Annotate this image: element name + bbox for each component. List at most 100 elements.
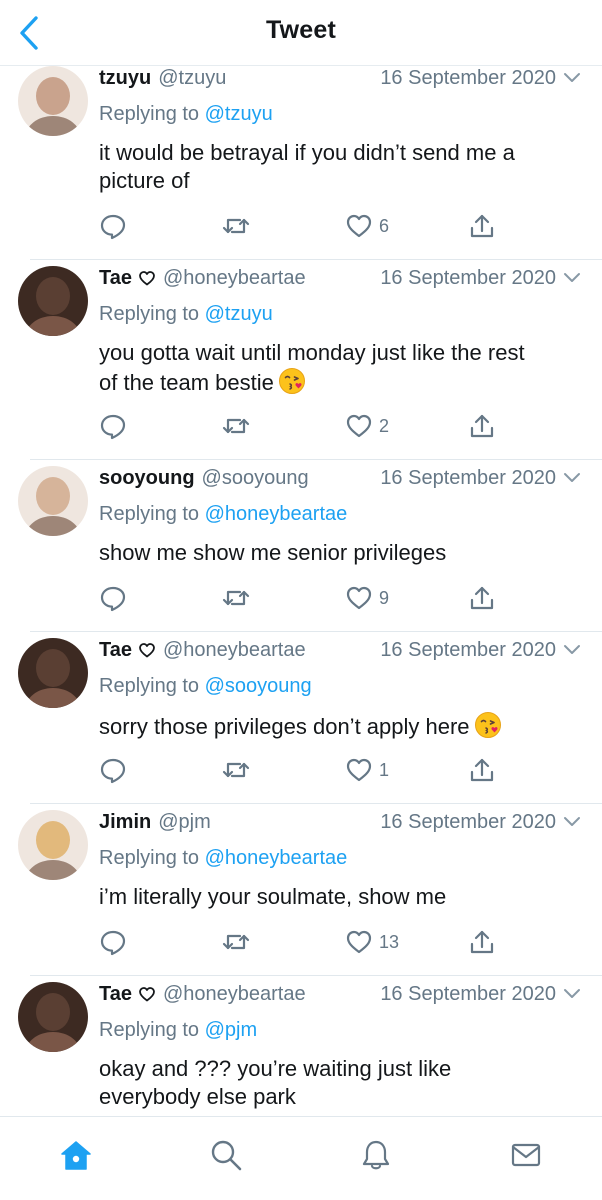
avatar[interactable] xyxy=(18,638,88,708)
tweet-text-span: of the team bestie xyxy=(99,370,274,395)
heart-icon xyxy=(346,414,372,438)
author-handle[interactable]: @honeybeartae xyxy=(163,639,306,662)
retweet-icon xyxy=(222,762,250,778)
avatar-image xyxy=(18,638,88,708)
replying-to-label: Replying to xyxy=(99,103,200,125)
tweet-actions: 6 xyxy=(99,211,519,241)
avatar[interactable] xyxy=(18,982,88,1052)
tweet-text-span: you gotta wait until monday just like th… xyxy=(99,340,525,365)
replying-to: Replying to @sooyoung xyxy=(99,673,582,699)
reply-mention-link[interactable]: @pjm xyxy=(205,1019,258,1041)
chevron-down-icon[interactable] xyxy=(562,812,582,832)
chevron-down-icon[interactable] xyxy=(562,640,582,660)
tweet-text-line: picture of xyxy=(99,167,582,195)
reply-mention-link[interactable]: @tzuyu xyxy=(205,103,273,125)
tweet-reply[interactable]: Jimin @pjm 16 September 2020 Replying to… xyxy=(0,804,602,976)
reply-icon xyxy=(100,930,126,956)
retweet-button[interactable] xyxy=(221,211,251,241)
chevron-down-icon[interactable] xyxy=(562,984,582,1004)
avatar[interactable] xyxy=(18,66,88,136)
tweet-date: 16 September 2020 xyxy=(380,983,556,1005)
heart-outline-icon xyxy=(139,987,155,1002)
like-button[interactable]: 13 xyxy=(345,927,399,957)
tweet-reply[interactable]: Tae @honeybeartae 16 September 2020 Repl… xyxy=(0,632,602,804)
author-handle[interactable]: @tzuyu xyxy=(158,67,226,90)
tweet-content: Tae @honeybeartae 16 September 2020 Repl… xyxy=(99,980,582,1111)
tweet-content: sooyoung @sooyoung 16 September 2020 Rep… xyxy=(99,464,582,567)
author-name[interactable]: Tae xyxy=(99,639,132,662)
bottom-tab-bar xyxy=(0,1116,602,1200)
home-icon xyxy=(61,1141,91,1170)
chevron-down-icon[interactable] xyxy=(562,268,582,288)
share-button[interactable] xyxy=(469,211,495,241)
tweet-content: Jimin @pjm 16 September 2020 Replying to… xyxy=(99,808,582,911)
share-icon xyxy=(470,930,494,954)
author-handle[interactable]: @honeybeartae xyxy=(163,983,306,1006)
author-name[interactable]: Tae xyxy=(99,267,132,290)
tweet-text-span: everybody else park xyxy=(99,1084,296,1109)
replying-to-label: Replying to xyxy=(99,1019,200,1041)
replying-to: Replying to @pjm xyxy=(99,1017,582,1043)
tweet-date: 16 September 2020 xyxy=(380,267,556,289)
reply-mention-link[interactable]: @honeybeartae xyxy=(205,847,348,869)
tweet-text-line: you gotta wait until monday just like th… xyxy=(99,339,582,367)
retweet-button[interactable] xyxy=(221,755,251,785)
replying-to-label: Replying to xyxy=(99,847,200,869)
like-button[interactable]: 2 xyxy=(345,411,389,441)
chevron-down-icon[interactable] xyxy=(562,68,582,88)
share-button[interactable] xyxy=(469,927,495,957)
share-button[interactable] xyxy=(469,583,495,613)
replying-to: Replying to @honeybeartae xyxy=(99,501,582,527)
tweet-reply[interactable]: Tae @honeybeartae 16 September 2020 Repl… xyxy=(0,260,602,460)
tweet-text-line: show me show me senior privileges xyxy=(99,539,582,567)
reply-mention-link[interactable]: @honeybeartae xyxy=(205,503,348,525)
chevron-down-icon[interactable] xyxy=(562,468,582,488)
tab-messages[interactable] xyxy=(506,1135,546,1175)
replying-to: Replying to @tzuyu xyxy=(99,101,582,127)
share-button[interactable] xyxy=(469,411,495,441)
tweet-meta: tzuyu @tzuyu 16 September 2020 xyxy=(99,66,582,92)
reply-button[interactable] xyxy=(99,927,127,957)
reply-button[interactable] xyxy=(99,755,127,785)
retweet-button[interactable] xyxy=(221,927,251,957)
tweet-reply[interactable]: tzuyu @tzuyu 16 September 2020 Replying … xyxy=(0,66,602,260)
share-button[interactable] xyxy=(469,755,495,785)
share-icon xyxy=(470,586,494,610)
tab-search[interactable] xyxy=(206,1135,246,1175)
tweet-date: 16 September 2020 xyxy=(380,639,556,661)
author-handle[interactable]: @sooyoung xyxy=(202,467,309,490)
like-button[interactable]: 9 xyxy=(345,583,389,613)
share-icon xyxy=(470,214,494,238)
avatar-image xyxy=(18,66,88,136)
reply-mention-link[interactable]: @sooyoung xyxy=(205,675,312,697)
author-name[interactable]: sooyoung xyxy=(99,467,195,490)
tweet-text-span: sorry those privileges don’t apply here xyxy=(99,714,470,739)
reply-mention-link[interactable]: @tzuyu xyxy=(205,303,273,325)
search-icon xyxy=(211,1140,242,1171)
like-button[interactable]: 1 xyxy=(345,755,389,785)
author-handle[interactable]: @honeybeartae xyxy=(163,267,306,290)
author-name[interactable]: Jimin xyxy=(99,811,151,834)
reply-button[interactable] xyxy=(99,211,127,241)
tweet-text: i’m literally your soulmate, show me xyxy=(99,883,582,911)
like-button[interactable]: 6 xyxy=(345,211,389,241)
like-count: 13 xyxy=(379,931,400,952)
tweet-content: tzuyu @tzuyu 16 September 2020 Replying … xyxy=(99,66,582,195)
tab-home[interactable] xyxy=(56,1135,96,1175)
author-name[interactable]: tzuyu xyxy=(99,67,151,90)
avatar[interactable] xyxy=(18,810,88,880)
retweet-button[interactable] xyxy=(221,583,251,613)
tweet-text-line: sorry those privileges don’t apply here xyxy=(99,711,582,741)
tweet-reply[interactable]: sooyoung @sooyoung 16 September 2020 Rep… xyxy=(0,460,602,632)
avatar[interactable] xyxy=(18,466,88,536)
tweet-content: Tae @honeybeartae 16 September 2020 Repl… xyxy=(99,264,582,397)
avatar[interactable] xyxy=(18,266,88,336)
reply-button[interactable] xyxy=(99,583,127,613)
retweet-button[interactable] xyxy=(221,411,251,441)
reply-button[interactable] xyxy=(99,411,127,441)
author-name[interactable]: Tae xyxy=(99,983,132,1006)
kissing-face-emoji xyxy=(474,712,501,738)
tab-notifications[interactable] xyxy=(356,1135,396,1175)
author-handle[interactable]: @pjm xyxy=(158,811,211,834)
tweet-reply[interactable]: Tae @honeybeartae 16 September 2020 Repl… xyxy=(0,976,602,1116)
